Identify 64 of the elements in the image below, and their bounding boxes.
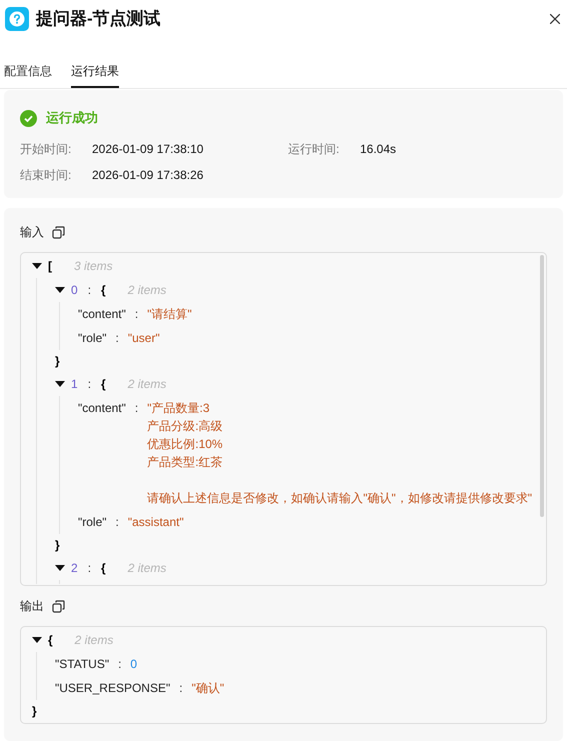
item-count: 2 items bbox=[74, 632, 114, 649]
json-value: "请结算" bbox=[147, 306, 192, 323]
json-value-line: "产品数量:3 bbox=[147, 400, 210, 417]
section-label: 输出 bbox=[20, 598, 44, 615]
copy-icon[interactable] bbox=[52, 600, 65, 612]
check-circle-icon bbox=[20, 110, 37, 126]
caret-icon[interactable] bbox=[55, 564, 65, 572]
dialog-title: 提问器-节点测试 bbox=[36, 8, 161, 30]
status-text: 运行成功 bbox=[46, 109, 98, 128]
json-bracket: { bbox=[101, 560, 106, 577]
json-value-line: 优惠比例:10% bbox=[147, 436, 223, 453]
json-key: "content" bbox=[78, 399, 126, 417]
json-value: 0 bbox=[130, 656, 138, 673]
json-index: 1 bbox=[71, 376, 78, 393]
field-label: 运行时间: bbox=[288, 141, 340, 158]
json-colon: : bbox=[134, 306, 140, 323]
copy-icon[interactable] bbox=[52, 226, 65, 238]
json-bracket: { bbox=[48, 632, 53, 649]
tab[interactable]: 配置信息 bbox=[4, 58, 52, 88]
caret-icon[interactable] bbox=[55, 380, 65, 388]
field-value: 2026-01-09 17:38:26 bbox=[92, 167, 204, 184]
json-colon: : bbox=[86, 376, 92, 393]
json-colon: : bbox=[114, 514, 120, 531]
json-key: "role" bbox=[78, 329, 107, 347]
json-colon: : bbox=[86, 560, 92, 577]
caret-icon[interactable] bbox=[32, 262, 42, 270]
json-bracket: } bbox=[55, 353, 60, 370]
item-count: 2 items bbox=[128, 560, 166, 577]
caret-icon[interactable] bbox=[55, 286, 65, 294]
json-colon: : bbox=[134, 400, 140, 417]
json-bracket: { bbox=[101, 376, 106, 393]
scrollbar[interactable] bbox=[540, 255, 544, 517]
section-label: 输入 bbox=[20, 224, 44, 241]
json-bracket: } bbox=[32, 703, 37, 720]
json-colon: : bbox=[86, 282, 92, 299]
tab[interactable]: 运行结果 bbox=[71, 58, 119, 88]
json-key: "content" bbox=[78, 305, 126, 323]
json-colon: : bbox=[178, 680, 184, 697]
close-icon[interactable] bbox=[550, 14, 560, 24]
json-key: "role" bbox=[78, 513, 107, 531]
json-value: "确认" bbox=[192, 680, 224, 697]
json-index: 2 bbox=[71, 560, 78, 577]
json-value-line: 产品类型:红茶 bbox=[147, 454, 223, 471]
json-bracket: } bbox=[55, 537, 60, 554]
json-bracket: [ bbox=[48, 258, 52, 275]
json-key: "STATUS" bbox=[55, 655, 110, 673]
app-logo-icon bbox=[5, 7, 29, 31]
field-label: 结束时间: bbox=[20, 167, 72, 184]
json-index: 0 bbox=[71, 282, 78, 299]
item-count: 2 items bbox=[128, 282, 166, 299]
caret-icon[interactable] bbox=[32, 636, 42, 644]
json-key: "USER_RESPONSE" bbox=[55, 679, 170, 697]
json-colon: : bbox=[117, 656, 122, 673]
json-value-line: 请确认上述信息是否修改，如确认请输入"确认"，如修改请提供修改要求" bbox=[147, 490, 532, 507]
json-bracket: { bbox=[101, 282, 106, 299]
json-value-line: 产品分级:高级 bbox=[147, 418, 223, 435]
json-colon: : bbox=[114, 330, 120, 347]
item-count: 3 items bbox=[74, 258, 113, 275]
field-value: 16.04s bbox=[360, 141, 398, 158]
item-count: 2 items bbox=[128, 376, 166, 393]
field-value: 2026-01-09 17:38:10 bbox=[92, 141, 204, 158]
json-value: "assistant" bbox=[128, 514, 184, 531]
json-value: "user" bbox=[128, 330, 160, 347]
field-label: 开始时间: bbox=[20, 141, 72, 158]
